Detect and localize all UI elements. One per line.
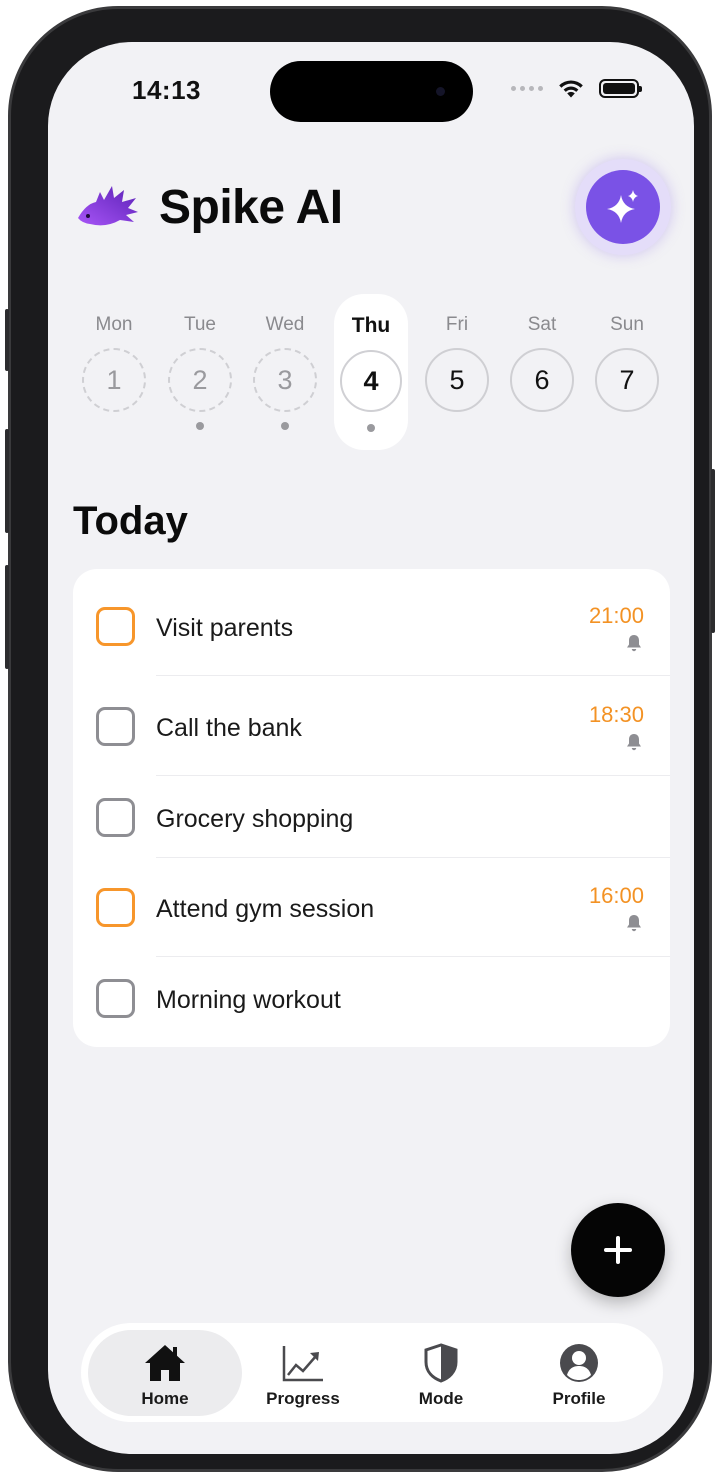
day-number: 7 (595, 348, 659, 412)
section-title: Today (73, 499, 188, 543)
task-time: 18:30 (588, 702, 644, 727)
task-label: Morning workout (156, 986, 341, 1014)
task-label: Visit parents (156, 614, 294, 642)
app-title: Spike AI (159, 181, 343, 234)
add-task-button[interactable] (571, 1203, 665, 1297)
mute-switch (5, 309, 9, 371)
bell-icon (627, 635, 641, 652)
task-row[interactable]: Grocery shopping (73, 776, 670, 858)
power-button (711, 469, 715, 633)
day-number: 1 (82, 348, 146, 412)
tab-label: Progress (266, 1389, 340, 1408)
task-checkbox[interactable] (96, 888, 135, 927)
tab-home[interactable]: Home (88, 1330, 242, 1416)
task-checkbox[interactable] (96, 798, 135, 837)
day-number: 5 (425, 348, 489, 412)
volume-down-button (5, 565, 9, 669)
tab-mode[interactable]: Mode (364, 1330, 518, 1416)
tab-label: Home (141, 1389, 189, 1408)
task-row[interactable]: Morning workout (73, 957, 670, 1047)
task-time: 16:00 (588, 883, 644, 908)
day-name: Tue (183, 314, 217, 335)
task-label: Attend gym session (156, 895, 375, 923)
task-row[interactable]: Call the bank 18:30 (73, 676, 670, 776)
tab-progress[interactable]: Progress (226, 1330, 380, 1416)
task-checkbox[interactable] (96, 607, 135, 646)
battery-icon (599, 79, 642, 98)
day-fri[interactable]: Fri 5 (420, 292, 494, 452)
task-row[interactable]: Attend gym session 16:00 (73, 858, 670, 957)
bell-icon (627, 734, 641, 751)
bell-icon (627, 915, 641, 932)
task-label: Grocery shopping (156, 805, 354, 833)
tab-label: Mode (418, 1389, 464, 1408)
tab-bar: Home Progress Mode Profile (81, 1323, 663, 1422)
camera-icon (436, 87, 445, 96)
task-list: Visit parents 21:00 Call the bank 18:30 (73, 569, 670, 1047)
activity-dot (196, 422, 204, 430)
status-indicators (511, 78, 642, 99)
day-sun[interactable]: Sun 7 (590, 292, 664, 452)
task-checkbox[interactable] (96, 979, 135, 1018)
task-label: Call the bank (156, 714, 302, 742)
task-row[interactable]: Visit parents 21:00 (73, 569, 670, 676)
task-time: 21:00 (588, 603, 644, 628)
signal-dots-icon (511, 86, 543, 91)
status-time: 14:13 (132, 75, 201, 105)
volume-up-button (5, 429, 9, 533)
activity-dot (367, 424, 375, 432)
day-number: 6 (510, 348, 574, 412)
activity-dot (281, 422, 289, 430)
day-number: 2 (168, 348, 232, 412)
day-mon[interactable]: Mon 1 (77, 292, 151, 452)
day-name: Sun (610, 314, 644, 335)
day-name: Thu (351, 314, 391, 337)
chart-icon (282, 1346, 323, 1382)
day-name: Fri (445, 314, 469, 335)
screen: 14:13 Spike AI Mon 1 Tue 2 Wed 3 Thu 4 F… (48, 42, 694, 1454)
hedgehog-logo-icon (78, 186, 138, 226)
day-sat[interactable]: Sat 6 (505, 292, 579, 452)
day-number: 3 (253, 348, 317, 412)
phone-frame: 14:13 Spike AI Mon 1 Tue 2 Wed 3 Thu 4 F… (5, 6, 715, 1472)
sparkles-icon (607, 190, 638, 223)
dynamic-island (270, 61, 473, 122)
tab-label: Profile (552, 1389, 606, 1408)
wifi-icon (559, 80, 583, 98)
day-wed[interactable]: Wed 3 (248, 292, 322, 452)
ai-assistant-button[interactable] (575, 159, 671, 255)
day-number: 4 (340, 350, 402, 412)
day-name: Wed (265, 314, 305, 335)
profile-icon (560, 1344, 598, 1382)
week-strip: Mon 1 Tue 2 Wed 3 Thu 4 Fri 5 Sat 6 Sun … (48, 292, 694, 452)
shield-icon (424, 1343, 458, 1383)
home-icon (145, 1345, 185, 1381)
tab-profile[interactable]: Profile (502, 1330, 656, 1416)
plus-icon (604, 1236, 632, 1264)
day-tue[interactable]: Tue 2 (163, 292, 237, 452)
task-checkbox[interactable] (96, 707, 135, 746)
day-thu-selected[interactable]: Thu 4 (334, 294, 408, 450)
day-name: Sat (527, 314, 557, 335)
day-name: Mon (95, 314, 133, 335)
